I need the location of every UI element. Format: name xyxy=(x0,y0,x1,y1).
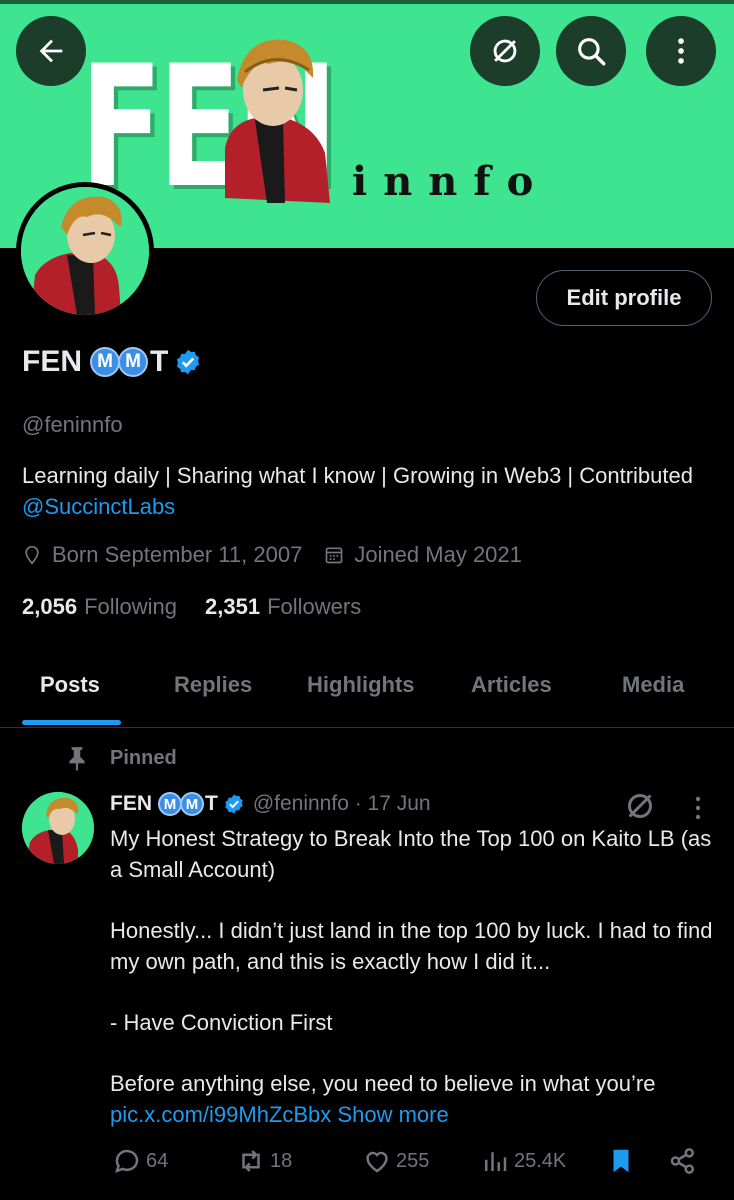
avatar-image xyxy=(21,187,149,315)
repost-button[interactable]: 18 xyxy=(236,1146,292,1176)
view-count: 25.4K xyxy=(514,1149,567,1172)
active-tab-indicator xyxy=(22,720,121,725)
share-icon xyxy=(670,1148,694,1174)
profile-bio: Learning daily | Sharing what I know | G… xyxy=(22,460,712,522)
tab-media[interactable]: Media xyxy=(622,672,684,698)
tab-articles[interactable]: Articles xyxy=(471,672,552,698)
edit-profile-button[interactable]: Edit profile xyxy=(536,270,712,326)
share-button[interactable] xyxy=(668,1146,702,1176)
post-handle-date: @feninnfo · 17 Jun xyxy=(252,792,431,815)
name-badge-m: M xyxy=(118,347,148,377)
followers-label: Followers xyxy=(267,594,362,619)
back-arrow-icon xyxy=(39,39,63,63)
verified-icon[interactable] xyxy=(174,348,202,376)
joined-label: Joined May 2021 xyxy=(354,542,522,567)
pin-icon xyxy=(69,747,85,771)
post-line: - Have Conviction First xyxy=(110,1010,333,1035)
author-badge-m: M xyxy=(180,792,204,816)
location-icon xyxy=(25,545,39,565)
display-name: FEN xyxy=(22,345,82,378)
post-more-icon[interactable] xyxy=(688,792,708,824)
profile-handle: @feninnfo xyxy=(22,412,123,437)
back-button[interactable] xyxy=(16,16,86,86)
search-icon xyxy=(578,38,606,66)
avatar-image xyxy=(22,792,94,864)
following-link[interactable]: 2,056 Following xyxy=(22,594,177,620)
bookmark-button[interactable] xyxy=(606,1146,640,1176)
follow-stats: 2,056 Following 2,351 Followers xyxy=(22,594,361,620)
birthday-label: Born September 11, 2007 xyxy=(52,542,303,567)
status-bar-strip xyxy=(0,0,734,4)
pinned-label: Pinned xyxy=(110,746,177,769)
bio-mention-link[interactable]: @SuccinctLabs xyxy=(22,494,175,519)
search-button[interactable] xyxy=(556,16,626,86)
post-author-name[interactable]: FEN xyxy=(110,792,152,816)
following-label: Following xyxy=(84,594,177,619)
pinned-indicator: Pinned xyxy=(66,745,177,771)
like-icon xyxy=(366,1151,388,1173)
followers-count: 2,351 xyxy=(205,594,261,619)
tab-highlights[interactable]: Highlights xyxy=(307,672,415,698)
calendar-icon xyxy=(325,547,343,564)
display-name-suffix: T xyxy=(150,345,169,378)
banner-character-art xyxy=(225,39,330,203)
reply-icon xyxy=(115,1149,139,1174)
post-text[interactable]: My Honest Strategy to Break Into the Top… xyxy=(110,823,716,1130)
grok-button[interactable] xyxy=(470,16,540,86)
grok-icon[interactable] xyxy=(622,788,658,824)
tab-posts[interactable]: Posts xyxy=(40,672,100,698)
bookmark-icon xyxy=(613,1149,629,1173)
post-header: FEN M M T @feninnfo · 17 Jun xyxy=(110,792,431,816)
views-button[interactable]: 25.4K xyxy=(480,1146,566,1176)
profile-meta: Born September 11, 2007 Joined May 2021 xyxy=(22,542,522,568)
profile-tabs: Posts Replies Highlights Articles Media xyxy=(0,650,734,728)
post-line: My Honest Strategy to Break Into the Top… xyxy=(110,826,712,882)
display-name-row: FEN M M T xyxy=(22,345,202,379)
more-options-button[interactable] xyxy=(646,16,716,86)
name-badge-m: M xyxy=(90,347,120,377)
followers-link[interactable]: 2,351 Followers xyxy=(205,594,361,620)
grok-icon xyxy=(493,39,517,63)
reply-count: 64 xyxy=(146,1149,169,1172)
author-badge-m: M xyxy=(158,792,182,816)
post-line: Honestly... I didn’t just land in the to… xyxy=(110,918,713,974)
repost-count: 18 xyxy=(270,1149,293,1172)
verified-icon[interactable] xyxy=(223,793,245,815)
post-author-suffix: T xyxy=(205,792,218,815)
post-author-avatar[interactable] xyxy=(22,792,94,864)
more-vertical-icon xyxy=(678,38,684,64)
show-more-link[interactable]: Show more xyxy=(337,1102,448,1127)
profile-avatar[interactable] xyxy=(16,182,154,320)
following-count: 2,056 xyxy=(22,594,78,619)
post-media-link[interactable]: pic.x.com/i99MhZcBbx xyxy=(110,1102,331,1127)
like-button[interactable]: 255 xyxy=(362,1146,429,1176)
repost-icon xyxy=(242,1150,260,1172)
post-line: Before anything else, you need to believ… xyxy=(110,1071,656,1096)
views-icon xyxy=(485,1152,507,1171)
post-actions: 64 18 255 25.4K xyxy=(112,1146,712,1182)
bio-text: Learning daily | Sharing what I know | G… xyxy=(22,463,693,488)
like-count: 255 xyxy=(396,1149,430,1172)
reply-button[interactable]: 64 xyxy=(112,1146,168,1176)
banner-subtitle: innfo xyxy=(352,158,550,205)
tab-replies[interactable]: Replies xyxy=(174,672,252,698)
